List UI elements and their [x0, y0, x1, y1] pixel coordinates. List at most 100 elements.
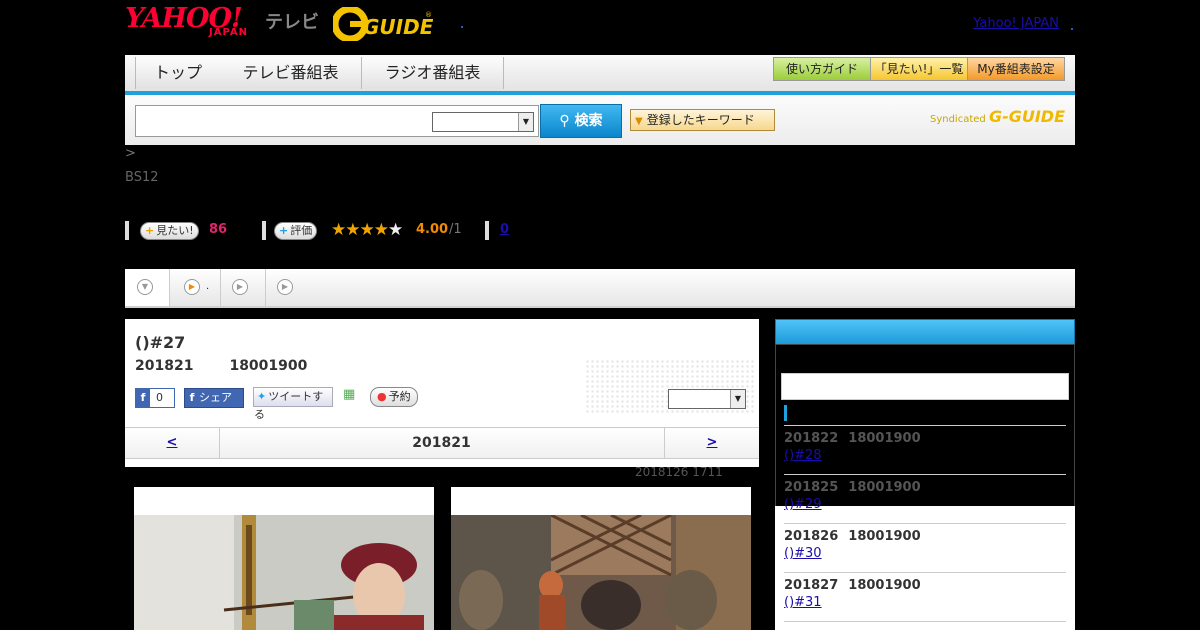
tab-tv-schedule[interactable]: テレビ番組表: [220, 57, 362, 89]
star-icon: ★: [359, 220, 375, 240]
comment-count-link[interactable]: 0: [500, 222, 509, 237]
my-schedule-button[interactable]: My番組表設定: [967, 57, 1065, 81]
panel-header: [775, 319, 1075, 345]
star-icon: ★: [345, 220, 360, 240]
search-button[interactable]: ⚲ 検索: [540, 104, 622, 138]
play-icon: ▶: [232, 279, 248, 295]
related-programs-panel: 201822 18001900 ()#28 201825 18001900 ()#2…: [775, 319, 1075, 630]
plus-icon: +: [279, 224, 289, 237]
plus-icon: +: [145, 224, 155, 237]
svg-text:®: ®: [425, 11, 432, 19]
triangle-down-icon: ▼: [635, 116, 643, 127]
item-datetime: 201826 18001900: [784, 529, 1066, 544]
program-time: 18001900: [229, 358, 308, 374]
star-empty-icon: ★: [388, 220, 403, 240]
program-photo-image: [134, 515, 434, 630]
chevron-down-icon: ▼: [137, 279, 153, 295]
tweet-button[interactable]: ✦ ツイートする: [253, 387, 333, 421]
want-count: 86: [209, 222, 228, 237]
date-navigation: < 201821 >: [125, 427, 759, 459]
calendar-add-icon[interactable]: ▦: [343, 387, 355, 402]
reserve-label: 予約: [388, 390, 411, 403]
search-icon: ⚲: [559, 113, 575, 129]
item-title-link[interactable]: ()#29: [784, 497, 852, 512]
subtab-3[interactable]: ▶: [221, 269, 266, 306]
star-rating: ★★★★★: [331, 220, 403, 240]
chevron-down-icon: ▼: [730, 390, 745, 408]
svg-text:GUIDE: GUIDE: [363, 15, 433, 39]
rating-total: /1: [449, 222, 462, 237]
next-day-link[interactable]: >: [664, 428, 759, 458]
main-nav: トップ テレビ番組表 ラジオ番組表 使い方ガイド 「見たい!」一覧 My番組表設…: [125, 55, 1075, 95]
yahoo-japan-link[interactable]: Yahoo! JAPAN: [973, 16, 1059, 31]
sub-tabs: ▼ ▶. ▶ ▶: [125, 269, 1075, 308]
search-bar: ▼ ⚲ 検索 ▼ 登録したキーワード Syndicated G-GUIDE: [125, 95, 1075, 145]
guide-button[interactable]: 使い方ガイド: [773, 57, 871, 81]
subtab-4[interactable]: ▶: [266, 269, 310, 306]
tab-top[interactable]: トップ: [135, 57, 221, 89]
rating-score: 4.00: [416, 222, 449, 237]
current-date: 201821: [412, 435, 471, 451]
subtab-2[interactable]: ▶.: [170, 269, 221, 306]
list-item: 201827 18001900 ()#31: [784, 572, 1066, 610]
subtab-dot: .: [206, 281, 210, 292]
item-datetime: 201822 18001900: [784, 431, 1066, 446]
item-datetime: 201825 18001900: [784, 480, 1066, 495]
search-button-label: 検索: [574, 113, 603, 129]
twitter-icon: ✦: [257, 390, 267, 403]
divider: [125, 221, 129, 240]
syndicated-label: Syndicated: [929, 114, 986, 125]
want-button[interactable]: + 見たい!: [140, 222, 199, 240]
channel-name: BS12: [125, 170, 159, 185]
rating-row: + 見たい! 86 + 評価 ★★★★★ 4.00 /1 0: [125, 220, 725, 242]
gguide-logo[interactable]: GUIDE ®: [333, 7, 433, 41]
want-button-label: 見たい!: [156, 224, 194, 237]
star-icon: ★: [331, 220, 346, 240]
program-datetime: 201821 18001900: [135, 358, 307, 374]
tv-label[interactable]: テレビ: [265, 8, 319, 34]
play-icon: ▶: [184, 279, 200, 295]
program-panel: ()#27 201821 18001900 f0 f シェア ✦ ツイートする ▦ ●…: [125, 319, 759, 467]
keyword-button[interactable]: ▼ 登録したキーワード: [630, 109, 775, 131]
syndicated-gguide-logo: G-GUIDE: [988, 107, 1065, 126]
item-title-link[interactable]: ()#28: [784, 448, 852, 463]
divider: [262, 221, 266, 240]
reserve-button[interactable]: ● 予約: [370, 387, 418, 407]
tab-radio-schedule[interactable]: ラジオ番組表: [362, 57, 504, 89]
item-title-link[interactable]: ()#31: [784, 595, 852, 610]
item-date: 201826: [784, 529, 839, 544]
item-time: 18001900: [848, 529, 921, 544]
program-title: ()#27: [135, 333, 186, 352]
list-divider: [784, 621, 1066, 622]
breadcrumb: >: [125, 146, 136, 161]
subtab-1[interactable]: ▼: [125, 269, 170, 306]
play-icon: ▶: [277, 279, 293, 295]
item-date: 201822: [784, 431, 839, 446]
program-date: 201821: [135, 358, 194, 374]
list-item: 201826 18001900 ()#30: [784, 523, 1066, 561]
facebook-count: 0: [156, 391, 163, 404]
page: YAHOO! JAPAN テレビ GUIDE ® Yahoo! JAPAN トッ…: [125, 0, 1075, 630]
item-time: 18001900: [848, 480, 921, 495]
facebook-icon: f: [136, 389, 150, 407]
want-list-button[interactable]: 「見たい!」一覧: [870, 57, 968, 81]
share-label: シェア: [199, 391, 232, 404]
prev-day-link[interactable]: <: [125, 428, 220, 458]
item-date: 201827: [784, 578, 839, 593]
panel-search-input[interactable]: [781, 373, 1069, 400]
search-category-select[interactable]: ▼: [432, 112, 534, 132]
facebook-like-button[interactable]: f0: [135, 388, 175, 408]
item-datetime: 201827 18001900: [784, 578, 1066, 593]
syndicated-logo: Syndicated G-GUIDE: [930, 107, 1065, 126]
program-photo-image: [451, 515, 751, 630]
rate-button[interactable]: + 評価: [274, 222, 318, 240]
facebook-share-button[interactable]: f シェア: [184, 388, 244, 408]
item-title-link[interactable]: ()#30: [784, 546, 852, 561]
keyword-button-label: 登録したキーワード: [646, 113, 755, 127]
program-select[interactable]: ▼: [668, 389, 746, 409]
separator-dot: [1071, 28, 1073, 30]
rate-button-label: 評価: [290, 224, 313, 237]
chevron-down-icon: ▼: [518, 113, 533, 131]
japan-logo: JAPAN: [209, 27, 248, 38]
list-item: 201825 18001900 ()#29: [784, 474, 1066, 512]
